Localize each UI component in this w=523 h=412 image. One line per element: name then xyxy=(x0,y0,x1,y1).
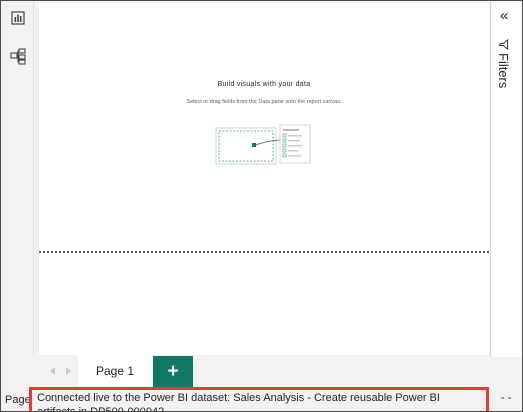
canvas-subtitle: Select or drag fields from the Data pane… xyxy=(186,99,342,105)
filters-label: Filters xyxy=(496,53,511,89)
filter-icon xyxy=(498,39,509,50)
page-tabs-bar: Page 1 + xyxy=(33,355,490,387)
connection-status-text: Connected live to the Power BI dataset: … xyxy=(37,392,440,412)
model-view-icon[interactable] xyxy=(9,47,27,65)
next-page-arrow-icon[interactable] xyxy=(66,367,71,375)
connection-status-message: Connected live to the Power BI dataset: … xyxy=(29,387,489,412)
report-view-icon[interactable] xyxy=(9,9,27,27)
report-canvas[interactable]: Build visuals with your data Select or d… xyxy=(39,3,489,355)
build-visual-illustration xyxy=(215,124,311,165)
view-rail xyxy=(1,1,34,357)
zoom-slider[interactable]: - - xyxy=(501,392,511,404)
add-page-button[interactable]: + xyxy=(153,356,193,387)
page-boundary-line xyxy=(39,251,489,253)
filters-header[interactable]: Filters xyxy=(496,39,511,88)
filters-pane[interactable]: « Filters xyxy=(490,1,522,357)
powerbi-window: Build visuals with your data Select or d… xyxy=(0,0,523,412)
page-indicator-label: Page xyxy=(5,394,31,406)
previous-page-arrow-icon[interactable] xyxy=(50,367,55,375)
status-bar: Page Connected live to the Power BI data… xyxy=(1,387,522,411)
collapse-filters-button[interactable]: « xyxy=(500,8,508,23)
tab-page-1[interactable]: Page 1 xyxy=(78,355,152,386)
canvas-title: Build visuals with your data xyxy=(217,81,311,88)
